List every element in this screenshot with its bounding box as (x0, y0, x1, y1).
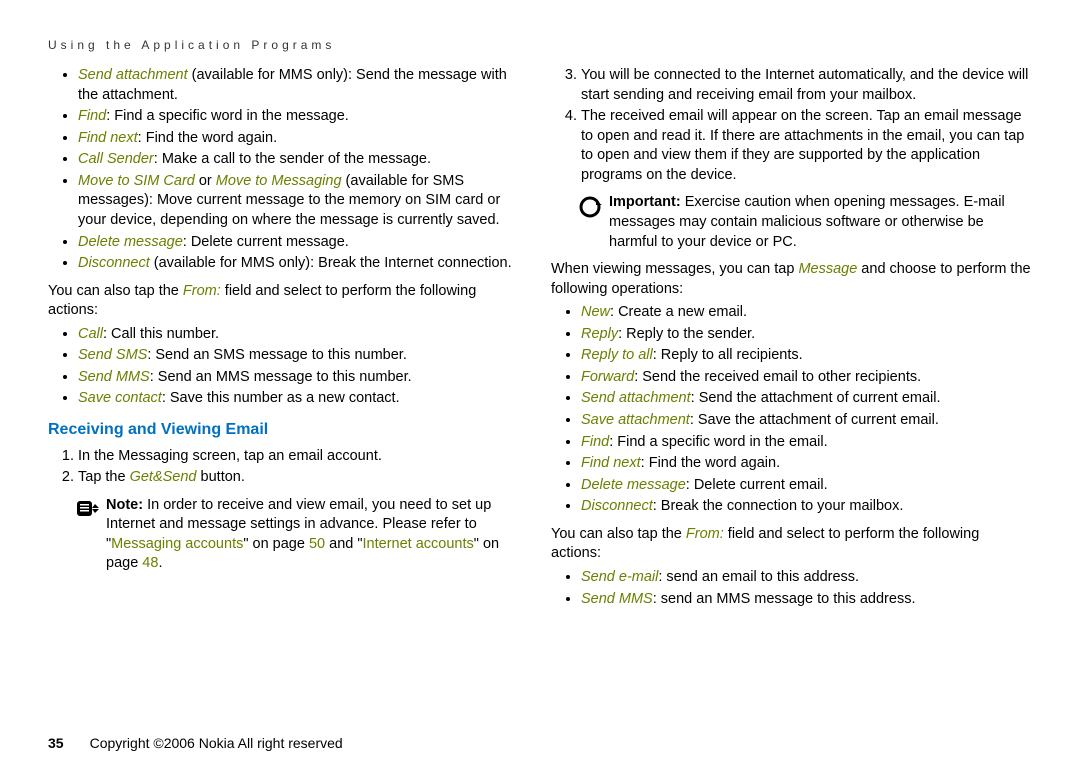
list-item: Disconnect (available for MMS only): Bre… (78, 254, 529, 274)
section-heading: Receiving and Viewing Email (48, 419, 529, 441)
bullet-list-options-2: Call: Call this number. Send SMS: Send a… (48, 325, 529, 409)
list-item: You will be connected to the Internet au… (581, 66, 1032, 105)
list-item: Find next: Find the word again. (581, 454, 1032, 474)
important-icon (579, 195, 603, 219)
list-item: New: Create a new email. (581, 303, 1032, 323)
page-footer: 35 Copyright ©2006 Nokia All right reserv… (48, 735, 343, 751)
list-item: Tap the Get&Send button. (78, 468, 529, 488)
list-item: Find next: Find the word again. (78, 129, 529, 149)
list-item: Find: Find a specific word in the messag… (78, 107, 529, 127)
list-item: The received email will appear on the sc… (581, 107, 1032, 185)
list-item: Find: Find a specific word in the email. (581, 433, 1032, 453)
list-item: Send MMS: Send an MMS message to this nu… (78, 368, 529, 388)
note-text: Note: In order to receive and view email… (106, 496, 529, 574)
list-item: Send SMS: Send an SMS message to this nu… (78, 346, 529, 366)
left-column: Send attachment (available for MMS only)… (48, 66, 529, 617)
bullet-list-from-ops: Send e-mail: send an email to this addre… (551, 568, 1032, 609)
right-column: You will be connected to the Internet au… (551, 66, 1032, 617)
page-number: 35 (48, 735, 64, 751)
list-item: Reply to all: Reply to all recipients. (581, 346, 1032, 366)
list-item: Call: Call this number. (78, 325, 529, 345)
note-icon (76, 498, 100, 522)
list-item: Send e-mail: send an email to this addre… (581, 568, 1032, 588)
list-item: Delete message: Delete current message. (78, 233, 529, 253)
paragraph: When viewing messages, you can tap Messa… (551, 260, 1032, 299)
numbered-steps: In the Messaging screen, tap an email ac… (48, 447, 529, 488)
important-block: Important: Exercise caution when opening… (579, 193, 1032, 252)
list-item: Call Sender: Make a call to the sender o… (78, 150, 529, 170)
list-item: Reply: Reply to the sender. (581, 325, 1032, 345)
list-item: Disconnect: Break the connection to your… (581, 497, 1032, 517)
numbered-steps-contd: You will be connected to the Internet au… (551, 66, 1032, 185)
list-item: Send attachment: Send the attachment of … (581, 389, 1032, 409)
list-item: In the Messaging screen, tap an email ac… (78, 447, 529, 467)
page-header: Using the Application Programs (48, 38, 1032, 52)
note-block: Note: In order to receive and view email… (76, 496, 529, 574)
list-item: Send attachment (available for MMS only)… (78, 66, 529, 105)
list-item: Forward: Send the received email to othe… (581, 368, 1032, 388)
copyright-text: Copyright ©2006 Nokia All right reserved (90, 735, 343, 751)
list-item: Delete message: Delete current email. (581, 476, 1032, 496)
manual-page: Using the Application Programs Send atta… (0, 0, 1080, 779)
list-item: Move to SIM Card or Move to Messaging (a… (78, 172, 529, 231)
paragraph: You can also tap the From: field and sel… (48, 282, 529, 321)
important-text: Important: Exercise caution when opening… (609, 193, 1032, 252)
paragraph: You can also tap the From: field and sel… (551, 525, 1032, 564)
list-item: Save attachment: Save the attachment of … (581, 411, 1032, 431)
list-item: Send MMS: send an MMS message to this ad… (581, 590, 1032, 610)
list-item: Save contact: Save this number as a new … (78, 389, 529, 409)
bullet-list-email-ops: New: Create a new email. Reply: Reply to… (551, 303, 1032, 517)
two-column-layout: Send attachment (available for MMS only)… (48, 66, 1032, 617)
bullet-list-options-1: Send attachment (available for MMS only)… (48, 66, 529, 274)
